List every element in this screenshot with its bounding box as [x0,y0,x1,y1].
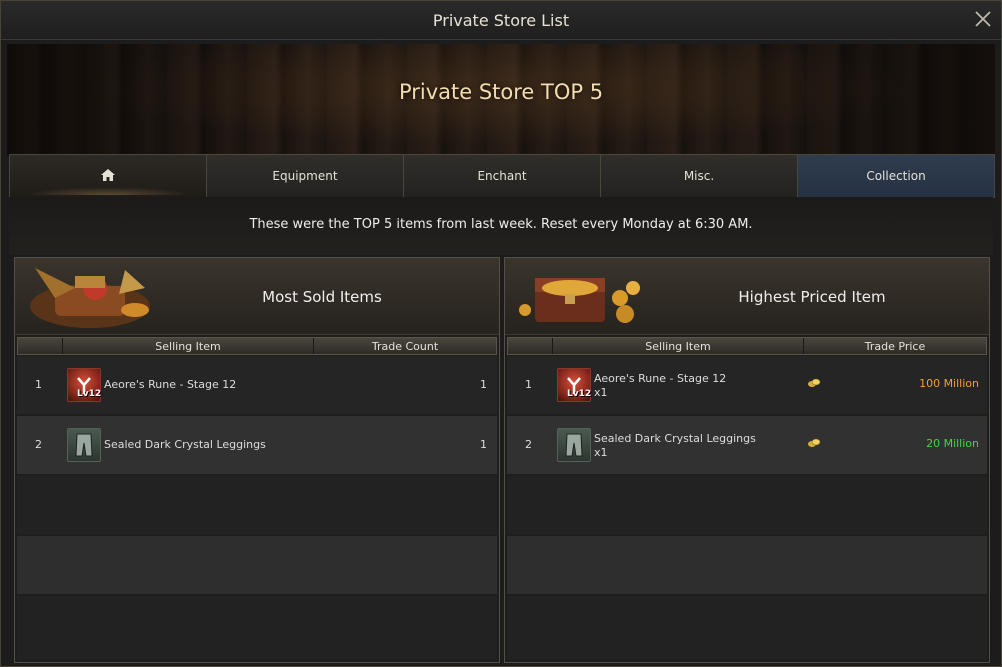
rank: 2 [35,438,42,451]
titlebar: Private Store List [1,1,1001,40]
level-badge: Lv12 [567,389,592,399]
table-row[interactable]: 1 Lv12 Aeore's Rune - Stage 12 1 [17,356,497,414]
tab-misc[interactable]: Misc. [601,155,798,197]
column-blank [508,338,552,354]
table-header: Selling Item Trade Price [507,337,987,355]
column-trade-price: Trade Price [803,338,986,354]
window-title: Private Store List [432,11,570,30]
leggings-icon [557,428,591,462]
trade-count: 1 [480,378,487,391]
item-name: Sealed Dark Crystal Leggings [104,438,266,451]
table-row[interactable]: 2 Sealed Dark Crystal Leggings 1 [17,416,497,474]
trade-price: 20 Million [926,437,979,450]
most-sold-panel: Most Sold Items Selling Item Trade Count… [14,257,500,663]
empty-row [17,536,497,594]
notice-text: These were the TOP 5 items from last wee… [249,217,753,232]
empty-row [507,536,987,594]
trade-count: 1 [480,438,487,451]
tab-enchant[interactable]: Enchant [404,155,601,197]
tab-equipment[interactable]: Equipment [207,155,404,197]
adena-icon [807,377,821,389]
panel-header: Most Sold Items [15,258,499,335]
item-name: Aeore's Rune - Stage 12 [104,378,237,391]
item-quantity: x1 [594,386,608,399]
trade-price: 100 Million [919,377,979,390]
item-name: Sealed Dark Crystal Leggings [594,432,756,445]
panel-title: Highest Priced Item [738,288,886,306]
rank: 2 [525,438,532,451]
treasure-chest-icon [519,278,640,323]
panel-header: Highest Priced Item [505,258,989,335]
treasure-basket-icon [30,268,150,328]
column-blank [18,338,62,354]
hero-banner: Private Store TOP 5 [7,44,995,156]
home-icon [100,168,116,185]
category-tabs: Equipment Enchant Misc. Collection [9,154,995,198]
table-header: Selling Item Trade Count [17,337,497,355]
table-row[interactable]: 1 Lv12 Aeore's Rune - Stage 12 x1 100 Mi… [507,356,987,414]
column-selling-item: Selling Item [552,338,803,354]
leggings-icon [67,428,101,462]
empty-row [507,596,987,660]
rank: 1 [525,378,532,391]
table-row[interactable]: 2 Sealed Dark Crystal Leggings x1 20 Mil… [507,416,987,474]
highest-priced-panel: Highest Priced Item Selling Item Trade P… [504,257,990,663]
tab-collection[interactable]: Collection [798,155,994,197]
item-name: Aeore's Rune - Stage 12 [594,372,727,385]
private-store-window: Private Store List Private Store TOP 5 E… [0,0,1002,667]
empty-row [17,476,497,534]
empty-row [507,476,987,534]
rank: 1 [35,378,42,391]
item-quantity: x1 [594,446,608,459]
notice-bar: These were the TOP 5 items from last wee… [9,197,993,255]
adena-icon [807,437,821,449]
column-selling-item: Selling Item [62,338,313,354]
empty-row [17,596,497,660]
level-badge: Lv12 [77,389,102,399]
close-icon[interactable] [973,9,993,29]
panel-title: Most Sold Items [262,288,382,306]
tab-home[interactable] [10,155,207,197]
column-trade-count: Trade Count [313,338,496,354]
hero-title: Private Store TOP 5 [398,80,604,104]
